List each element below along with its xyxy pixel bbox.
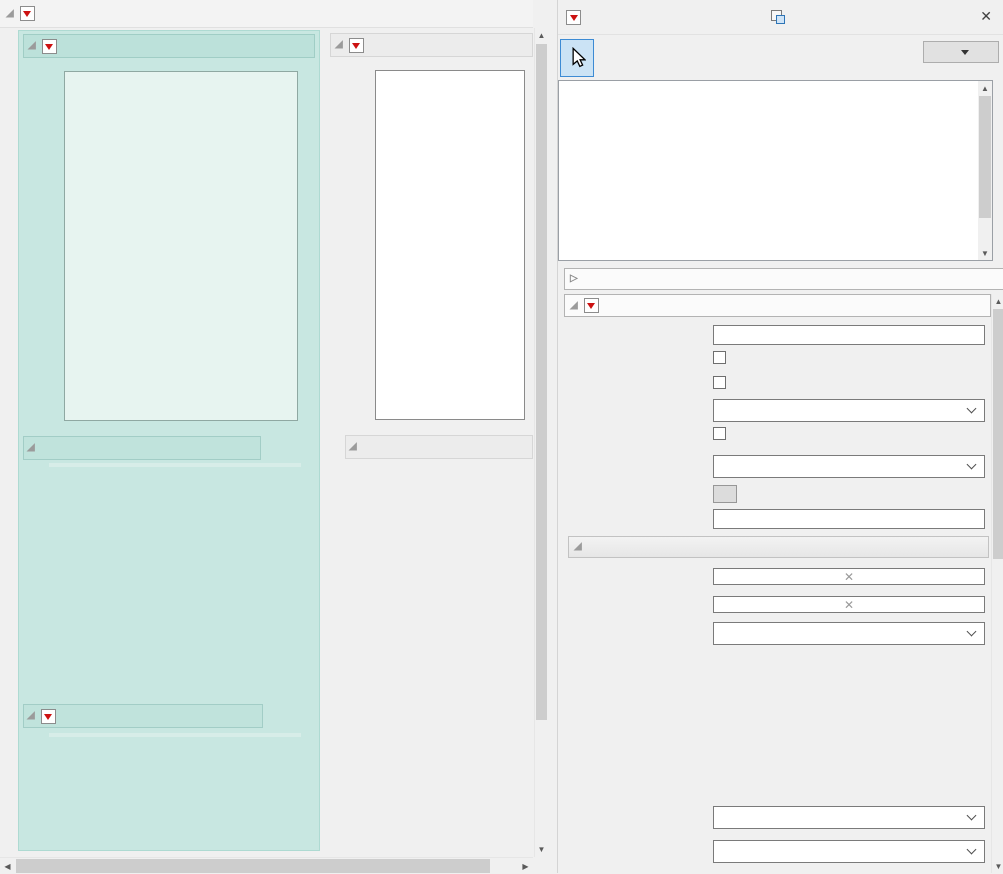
outline-open-icon[interactable]: ◢ (574, 542, 582, 552)
chevron-down-icon (967, 627, 977, 637)
red-triangle-icon (44, 714, 52, 720)
outline-open-icon[interactable]: ◢ (28, 41, 36, 51)
quantiles-header[interactable]: ◢ (23, 436, 261, 460)
scroll-up-icon[interactable]: ▲ (978, 81, 992, 95)
properties-icon (770, 9, 786, 25)
open-checkbox[interactable] (713, 376, 726, 389)
age-histogram-plot[interactable] (375, 70, 525, 420)
tree-scrollbar[interactable]: ▲ ▼ (978, 81, 992, 260)
summary-statistics-header[interactable]: ◢ (23, 704, 263, 728)
scrollbar-thumb[interactable] (16, 859, 490, 873)
height-outline-header[interactable]: ◢ (23, 34, 315, 58)
age-outline-header[interactable]: ◢ (330, 33, 533, 57)
levels-count (352, 657, 533, 678)
cursor-arrow-icon (568, 47, 586, 69)
horizontal-alignment-select[interactable] (713, 840, 985, 863)
frequencies-header[interactable]: ◢ (345, 435, 533, 459)
scrollbar-thumb[interactable] (993, 309, 1003, 559)
height-report-panel[interactable]: ◢ ◢ ◢ (18, 30, 320, 851)
close-icon[interactable]: ✕ (980, 8, 992, 25)
edit-section-header[interactable]: ◢ (568, 536, 989, 558)
chevron-down-icon (967, 404, 977, 414)
border-controls (713, 703, 985, 747)
red-triangle-icon (352, 43, 360, 49)
scroll-up-icon[interactable]: ▲ (992, 294, 1003, 308)
outline-open-icon[interactable]: ◢ (6, 9, 14, 19)
distributions-window: ◢ ◢ ◢ ◢ ◢ (0, 0, 547, 873)
outline-open-icon[interactable]: ◢ (27, 711, 35, 721)
font-scale-input[interactable] (713, 509, 985, 529)
left-horizontal-scrollbar[interactable]: ◀ ▶ (0, 857, 533, 873)
red-triangle-menu[interactable] (20, 6, 35, 21)
select-cursor-button[interactable] (560, 39, 594, 77)
margin-controls (713, 752, 985, 796)
red-triangle-icon (23, 11, 31, 17)
box-path-section-header[interactable]: ▷ (564, 268, 1003, 290)
age-report-panel[interactable]: ◢ ◢ (330, 30, 533, 851)
outline-box-section-header[interactable]: ◢ (564, 294, 991, 317)
chevron-down-icon (967, 460, 977, 470)
scrollbar-thumb[interactable] (536, 44, 547, 720)
height-histogram[interactable] (65, 72, 297, 420)
left-vertical-scrollbar[interactable]: ▲ ▼ (534, 28, 547, 857)
red-triangle-menu[interactable] (42, 39, 57, 54)
scroll-right-icon[interactable]: ▶ (518, 858, 533, 874)
height-histogram-plot[interactable] (64, 71, 298, 421)
scroll-down-icon[interactable]: ▼ (535, 842, 548, 857)
outline-open-icon[interactable]: ◢ (27, 443, 35, 453)
text-color-well[interactable] (713, 596, 985, 613)
close-orientation-select[interactable] (713, 399, 985, 422)
dropdown-arrow-icon (961, 50, 969, 55)
vertical-alignment-select[interactable] (713, 806, 985, 829)
expand-icon[interactable]: ▷ (570, 274, 578, 284)
scroll-up-icon[interactable]: ▲ (535, 28, 548, 43)
background-color-well[interactable] (713, 568, 985, 585)
scroll-down-icon[interactable]: ▼ (992, 859, 1003, 873)
n-missing-row (352, 636, 533, 657)
scroll-down-icon[interactable]: ▼ (978, 246, 992, 260)
select-button[interactable] (923, 41, 999, 63)
outline-open-icon[interactable]: ◢ (349, 442, 357, 452)
font-picker-button[interactable] (713, 485, 737, 503)
base-font-select[interactable] (713, 455, 985, 478)
properties-scrollbar[interactable]: ▲ ▼ (991, 294, 1003, 873)
age-histogram[interactable] (376, 71, 524, 419)
chevron-down-icon (967, 811, 977, 821)
red-triangle-icon (587, 303, 595, 309)
red-triangle-menu[interactable] (349, 38, 364, 53)
red-triangle-icon (45, 44, 53, 50)
outline-open-icon[interactable]: ◢ (335, 40, 343, 50)
display-tree[interactable]: ▲ ▼ (558, 80, 993, 261)
scroll-left-icon[interactable]: ◀ (0, 858, 15, 874)
allow-title-wrapping-checkbox[interactable] (713, 427, 726, 440)
red-triangle-icon (570, 15, 578, 21)
red-triangle-menu[interactable] (584, 298, 599, 313)
distributions-header[interactable]: ◢ (0, 0, 533, 28)
title-input[interactable] (713, 325, 985, 345)
horizontal-checkbox[interactable] (713, 351, 726, 364)
summary-statistics-table (49, 733, 301, 737)
outline-open-icon[interactable]: ◢ (570, 301, 578, 311)
chevron-down-icon (967, 845, 977, 855)
red-triangle-menu[interactable] (566, 10, 581, 25)
visibility-select[interactable] (713, 622, 985, 645)
quantiles-table (49, 463, 301, 467)
padding-controls (713, 654, 985, 698)
properties-panel: ✕ ▲ ▼ ▷ ◢ (557, 0, 1003, 873)
red-triangle-menu[interactable] (41, 709, 56, 724)
scrollbar-thumb[interactable] (979, 96, 991, 218)
properties-titlebar: ✕ (558, 0, 1003, 35)
